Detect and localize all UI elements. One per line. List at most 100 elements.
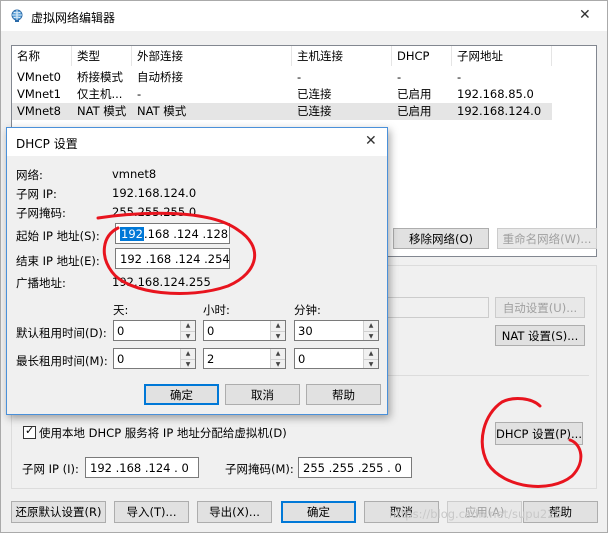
table-row[interactable]: VMnet1 仅主机... - 已连接 已启用 192.168.85.0 [12, 86, 552, 103]
subnet-mask-label: 子网掩码(M): [225, 462, 294, 476]
table-cell: NAT 模式 [137, 104, 187, 118]
dhcp-dialog: DHCP 设置 ✕ 网络: vmnet8 子网 IP: 192.168.124.… [6, 127, 388, 415]
table-cell: 已连接 [297, 104, 332, 118]
group-separator [379, 375, 589, 376]
export-button[interactable]: 导出(X)... [197, 501, 272, 523]
table-cell: 自动桥接 [137, 70, 183, 84]
subnet-mask-input[interactable]: 255 .255 .255 . 0 [298, 457, 412, 478]
watermark: https://blog.csdn.net/supu223 [389, 507, 562, 521]
import-button[interactable]: 导入(T)... [114, 501, 189, 523]
spin-up-icon[interactable]: ▲ [364, 321, 378, 331]
default-lease-label: 默认租用时间(D): [16, 326, 107, 340]
spinner-value: 30 [298, 324, 313, 338]
start-ip-rest: .168 .124 .128 [143, 226, 229, 241]
spin-up-icon[interactable]: ▲ [181, 321, 195, 331]
spin-down-icon[interactable]: ▼ [271, 358, 285, 369]
table-cell: 已启用 [397, 87, 432, 101]
subnet-ip-value: 192.168.124.0 [112, 186, 197, 200]
spin-down-icon[interactable]: ▼ [271, 330, 285, 341]
start-ip-input[interactable]: 192 .168 .124 .128 [115, 223, 230, 244]
default-lease-days-spinner[interactable]: 0 ▲ ▼ [113, 320, 196, 341]
table-row[interactable]: VMnet0 桥接模式 自动桥接 - - - [12, 69, 552, 86]
table-cell: VMnet1 [17, 87, 61, 101]
subnet-mask-label: 子网掩码: [16, 206, 66, 220]
network-label: 网络: [16, 168, 43, 182]
table-cell: - [397, 70, 402, 84]
table-cell: - [457, 70, 462, 84]
table-cell: - [137, 87, 142, 101]
spin-up-icon[interactable]: ▲ [364, 349, 378, 359]
spinner-value: 0 [207, 324, 215, 338]
dhcp-service-label: 使用本地 DHCP 服务将 IP 地址分配给虚拟机(D) [39, 426, 287, 440]
table-cell: 192.168.85.0 [457, 87, 534, 101]
max-lease-label: 最长租用时间(M): [16, 354, 108, 368]
start-ip-selected-octet: 192 [120, 226, 144, 241]
auto-settings-button[interactable]: 自动设置(U)... [495, 297, 585, 318]
default-lease-minutes-spinner[interactable]: 30 ▲ ▼ [294, 320, 379, 341]
table-row-selected[interactable]: VMnet8 NAT 模式 NAT 模式 已连接 已启用 192.168.124… [12, 103, 552, 120]
subnet-ip-label: 子网 IP (I): [22, 462, 79, 476]
dhcp-service-checkbox[interactable]: ✓ [23, 424, 36, 439]
table-cell: 已连接 [297, 87, 332, 101]
end-ip-label: 结束 IP 地址(E): [16, 254, 100, 268]
table-cell: 仅主机... [77, 87, 123, 101]
column-header-dhcp[interactable]: DHCP [392, 46, 452, 66]
spin-down-icon[interactable]: ▼ [181, 330, 195, 341]
spin-up-icon[interactable]: ▲ [271, 321, 285, 331]
spin-down-icon[interactable]: ▼ [364, 330, 378, 341]
column-header-name[interactable]: 名称 [12, 46, 72, 66]
column-header-subnet[interactable]: 子网地址 [452, 46, 552, 66]
dialog-help-button[interactable]: 帮助 [306, 384, 381, 405]
dialog-title-bar: DHCP 设置 ✕ [7, 128, 387, 156]
table-cell: 已启用 [397, 104, 432, 118]
spinner-value: 2 [207, 352, 215, 366]
table-cell: NAT 模式 [77, 104, 127, 118]
table-cell: VMnet8 [17, 104, 61, 118]
ok-button[interactable]: 确定 [281, 501, 356, 523]
spin-down-icon[interactable]: ▼ [364, 358, 378, 369]
table-cell: VMnet0 [17, 70, 61, 84]
spinner-value: 0 [117, 352, 125, 366]
default-lease-hours-spinner[interactable]: 0 ▲ ▼ [203, 320, 286, 341]
spin-up-icon[interactable]: ▲ [181, 349, 195, 359]
bridge-target-select[interactable] [379, 297, 489, 318]
subnet-ip-input[interactable]: 192 .168 .124 . 0 [85, 457, 199, 478]
max-lease-days-spinner[interactable]: 0 ▲ ▼ [113, 348, 196, 369]
hours-column-label: 小时: [203, 303, 230, 317]
column-header-host[interactable]: 主机连接 [292, 46, 392, 66]
window-title: 虚拟网络编辑器 [31, 11, 116, 25]
subnet-ip-label: 子网 IP: [16, 187, 57, 201]
spin-down-icon[interactable]: ▼ [181, 358, 195, 369]
table-header: 名称 类型 外部连接 主机连接 DHCP 子网地址 [12, 46, 596, 66]
title-bar: 虚拟网络编辑器 ✕ [1, 1, 607, 31]
network-value: vmnet8 [112, 167, 157, 181]
column-header-type[interactable]: 类型 [72, 46, 132, 66]
minutes-column-label: 分钟: [294, 303, 321, 317]
broadcast-label: 广播地址: [16, 276, 66, 290]
max-lease-minutes-spinner[interactable]: 0 ▲ ▼ [294, 348, 379, 369]
subnet-mask-value: 255.255.255.0 [112, 205, 197, 219]
dialog-cancel-button[interactable]: 取消 [225, 384, 300, 405]
broadcast-value: 192.168.124.255 [112, 275, 211, 289]
spinner-value: 0 [117, 324, 125, 338]
table-cell: 桥接模式 [77, 70, 123, 84]
checkmark-icon: ✓ [25, 424, 35, 437]
table-cell: 192.168.124.0 [457, 104, 542, 118]
table-cell: - [297, 70, 302, 84]
end-ip-input[interactable]: 192 .168 .124 .254 [115, 248, 230, 269]
rename-network-button[interactable]: 重命名网络(W)... [497, 228, 597, 249]
dialog-close-icon[interactable]: ✕ [365, 133, 377, 149]
dialog-ok-button[interactable]: 确定 [144, 384, 219, 405]
dialog-title: DHCP 设置 [16, 137, 78, 151]
network-globe-icon [10, 9, 24, 23]
column-header-external[interactable]: 外部连接 [132, 46, 292, 66]
nat-settings-button[interactable]: NAT 设置(S)... [495, 325, 585, 346]
spin-up-icon[interactable]: ▲ [271, 349, 285, 359]
restore-defaults-button[interactable]: 还原默认设置(R) [11, 501, 106, 523]
dhcp-settings-button[interactable]: DHCP 设置(P)... [495, 422, 583, 445]
remove-network-button[interactable]: 移除网络(O) [393, 228, 489, 249]
close-icon[interactable]: ✕ [579, 7, 591, 23]
start-ip-label: 起始 IP 地址(S): [16, 229, 100, 243]
max-lease-hours-spinner[interactable]: 2 ▲ ▼ [203, 348, 286, 369]
days-column-label: 天: [113, 303, 129, 317]
